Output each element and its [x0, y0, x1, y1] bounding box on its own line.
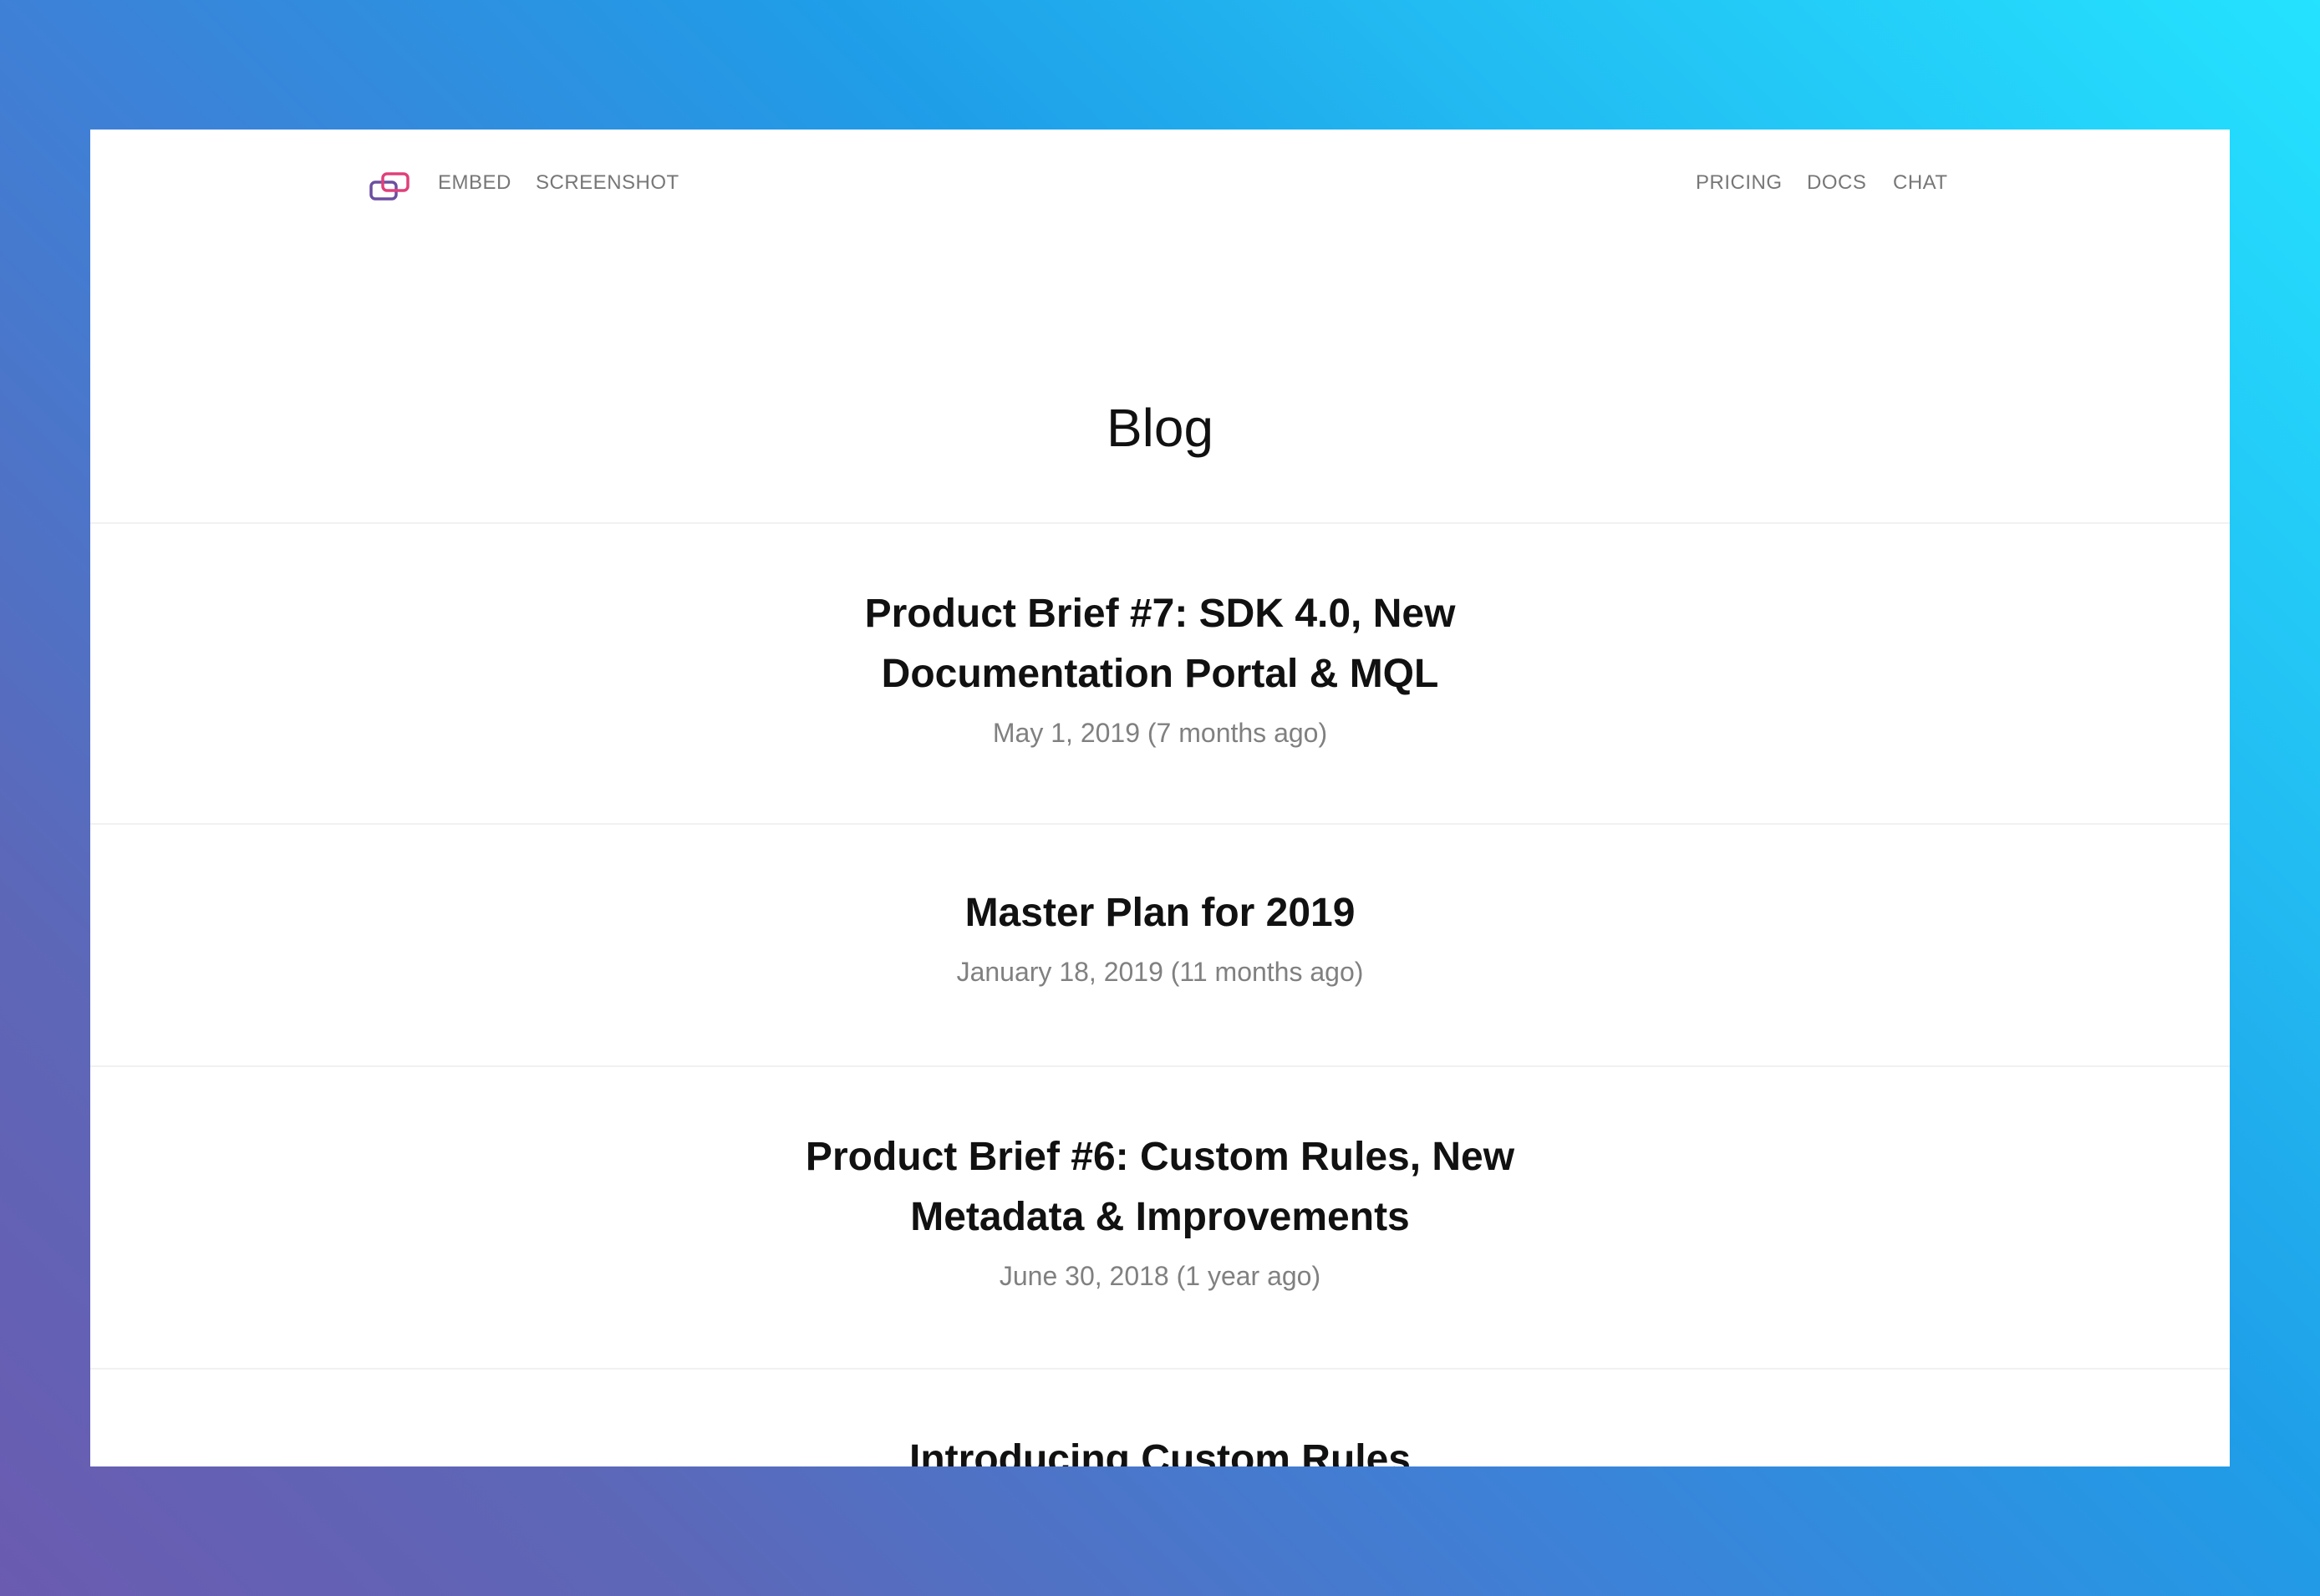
nav-link-embed[interactable]: EMBED — [438, 173, 511, 193]
nav-link-screenshot[interactable]: SCREENSHOT — [536, 173, 679, 193]
blog-post-list: Product Brief #7: SDK 4.0, New Documenta… — [90, 522, 2230, 1466]
blog-post-item[interactable]: Product Brief #7: SDK 4.0, New Documenta… — [90, 522, 2230, 823]
linked-rectangles-logo-icon[interactable] — [369, 171, 411, 201]
post-date: January 18, 2019 (11 months ago) — [956, 957, 1364, 987]
post-title[interactable]: Master Plan for 2019 — [784, 883, 1536, 943]
blog-post-item[interactable]: Introducing Custom Rules — [90, 1368, 2230, 1466]
top-navigation: EMBED SCREENSHOT PRICING DOCS CHAT — [90, 130, 2230, 242]
page-title: Blog — [1106, 398, 1214, 458]
post-title[interactable]: Product Brief #7: SDK 4.0, New Documenta… — [784, 584, 1536, 704]
blog-post-item[interactable]: Product Brief #6: Custom Rules, New Meta… — [90, 1065, 2230, 1368]
post-title[interactable]: Introducing Custom Rules — [784, 1430, 1536, 1466]
nav-link-chat[interactable]: CHAT — [1893, 173, 1948, 193]
nav-link-docs[interactable]: DOCS — [1807, 173, 1866, 193]
nav-link-pricing[interactable]: PRICING — [1696, 173, 1783, 193]
post-title[interactable]: Product Brief #6: Custom Rules, New Meta… — [784, 1127, 1536, 1248]
post-date: June 30, 2018 (1 year ago) — [999, 1261, 1321, 1291]
browser-window: EMBED SCREENSHOT PRICING DOCS CHAT Blog … — [90, 130, 2230, 1466]
post-date: May 1, 2019 (7 months ago) — [992, 718, 1328, 748]
blog-post-item[interactable]: Master Plan for 2019 January 18, 2019 (1… — [90, 823, 2230, 1065]
